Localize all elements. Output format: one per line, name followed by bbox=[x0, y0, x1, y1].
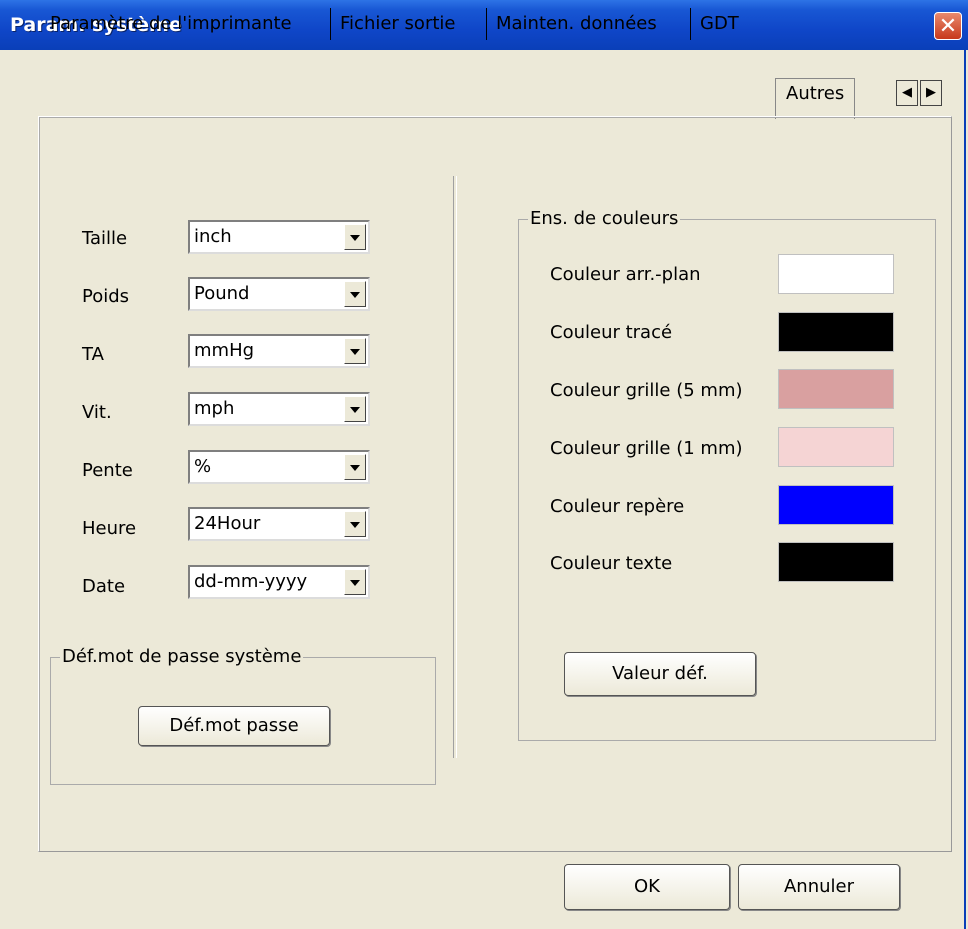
colors-group-legend: Ens. de couleurs bbox=[528, 208, 681, 229]
tab-others[interactable]: Autres bbox=[775, 78, 856, 119]
vertical-divider bbox=[453, 176, 457, 758]
set-password-button[interactable]: Déf.mot passe bbox=[138, 706, 330, 746]
tab-label: Autres bbox=[786, 83, 845, 104]
tab-scroll-left-icon[interactable]: ◀ bbox=[896, 80, 918, 106]
size-label: Taille bbox=[82, 228, 128, 249]
tab-label: Mainten. données bbox=[496, 13, 657, 34]
bp-value: mmHg bbox=[194, 340, 255, 361]
tab-label: Fichier sortie bbox=[340, 13, 456, 34]
color-background-label: Couleur arr.-plan bbox=[550, 264, 701, 285]
date-value: dd-mm-yyyy bbox=[194, 571, 308, 592]
color-marker-label: Couleur repère bbox=[550, 496, 685, 517]
chevron-down-icon[interactable] bbox=[344, 281, 366, 307]
weight-label: Poids bbox=[82, 286, 130, 307]
close-icon[interactable]: ✕ bbox=[934, 12, 962, 40]
chevron-down-icon[interactable] bbox=[344, 224, 366, 250]
weight-select[interactable]: Pound bbox=[188, 277, 370, 311]
chevron-down-icon[interactable] bbox=[344, 511, 366, 537]
speed-label: Vit. bbox=[82, 402, 112, 423]
slope-select[interactable]: % bbox=[188, 450, 370, 484]
color-text-swatch[interactable] bbox=[778, 542, 894, 582]
bp-select[interactable]: mmHg bbox=[188, 334, 370, 368]
color-text-label: Couleur texte bbox=[550, 553, 673, 574]
tab-gdt[interactable]: GDT bbox=[700, 8, 760, 40]
size-value: inch bbox=[194, 226, 232, 247]
tab-label: GDT bbox=[700, 13, 739, 34]
color-background-swatch[interactable] bbox=[778, 254, 894, 294]
color-grid-1mm-label: Couleur grille (1 mm) bbox=[550, 438, 743, 459]
color-trace-swatch[interactable] bbox=[778, 312, 894, 352]
date-label: Date bbox=[82, 576, 126, 597]
chevron-down-icon[interactable] bbox=[344, 454, 366, 480]
slope-label: Pente bbox=[82, 460, 133, 481]
weight-value: Pound bbox=[194, 283, 250, 304]
tab-data-maintenance[interactable]: Mainten. données bbox=[496, 8, 691, 40]
speed-select[interactable]: mph bbox=[188, 392, 370, 426]
color-trace-label: Couleur tracé bbox=[550, 322, 673, 343]
tab-output-file[interactable]: Fichier sortie bbox=[340, 8, 487, 40]
time-select[interactable]: 24Hour bbox=[188, 507, 370, 541]
color-grid-5mm-swatch[interactable] bbox=[778, 369, 894, 409]
time-label: Heure bbox=[82, 518, 137, 539]
chevron-down-icon[interactable] bbox=[344, 396, 366, 422]
time-value: 24Hour bbox=[194, 513, 261, 534]
size-select[interactable]: inch bbox=[188, 220, 370, 254]
color-marker-swatch[interactable] bbox=[778, 485, 894, 525]
tab-scroll-right-icon[interactable]: ▶ bbox=[920, 80, 942, 106]
date-select[interactable]: dd-mm-yyyy bbox=[188, 565, 370, 599]
bp-label: TA bbox=[82, 344, 104, 365]
speed-value: mph bbox=[194, 398, 235, 419]
cancel-button[interactable]: Annuler bbox=[738, 864, 900, 910]
tab-printer-settings[interactable]: Paramètre de l'imprimante bbox=[50, 8, 331, 40]
tab-label: Paramètre de l'imprimante bbox=[50, 13, 292, 34]
color-grid-1mm-swatch[interactable] bbox=[778, 427, 894, 467]
password-group-legend: Déf.mot de passe système bbox=[60, 646, 304, 667]
slope-value: % bbox=[194, 456, 212, 477]
chevron-down-icon[interactable] bbox=[344, 338, 366, 364]
color-grid-5mm-label: Couleur grille (5 mm) bbox=[550, 380, 743, 401]
default-value-button[interactable]: Valeur déf. bbox=[564, 652, 756, 696]
ok-button[interactable]: OK bbox=[564, 864, 730, 910]
chevron-down-icon[interactable] bbox=[344, 569, 366, 595]
